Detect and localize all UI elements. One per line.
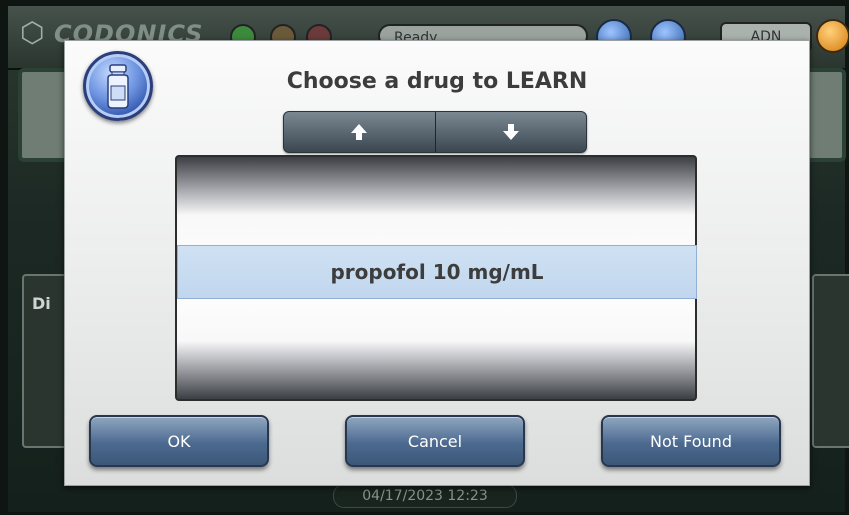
arrow-up-icon xyxy=(351,124,368,140)
right-box xyxy=(812,274,849,448)
cancel-button[interactable]: Cancel xyxy=(345,415,525,467)
not-found-button[interactable]: Not Found xyxy=(601,415,781,467)
scroll-up-button[interactable] xyxy=(284,112,435,152)
dialog-title: Choose a drug to LEARN xyxy=(286,69,588,94)
drug-learn-dialog: Choose a drug to LEARN propofol 10 mg/mL… xyxy=(64,40,810,486)
scroll-down-button[interactable] xyxy=(434,112,587,152)
ok-button[interactable]: OK xyxy=(89,415,269,467)
logout-button[interactable] xyxy=(816,19,849,53)
scroll-arrows xyxy=(283,111,587,153)
panel-label: Di xyxy=(32,294,51,313)
arrow-down-icon xyxy=(502,124,519,140)
datetime-display: 04/17/2023 12:23 xyxy=(333,484,517,508)
list-item-selected[interactable]: propofol 10 mg/mL xyxy=(177,245,697,299)
codonics-logo-icon: ⬡ xyxy=(20,16,45,49)
